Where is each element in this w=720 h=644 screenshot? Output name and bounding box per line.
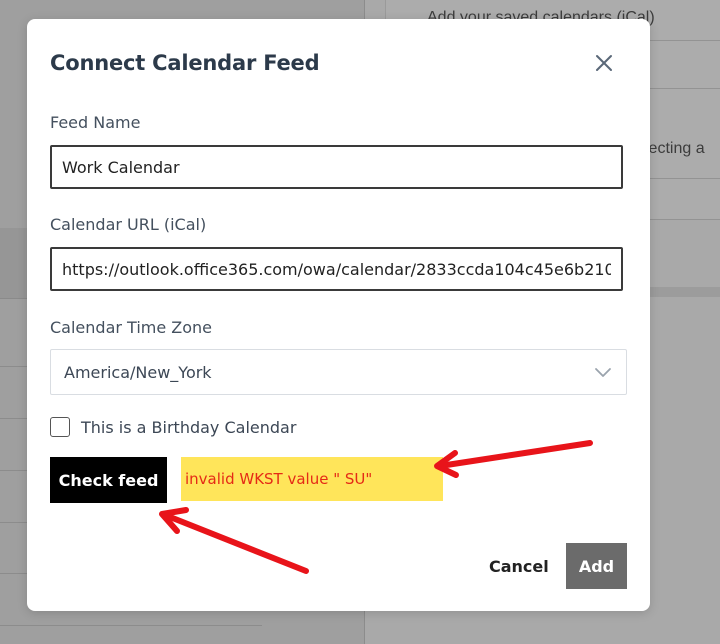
birthday-calendar-checkbox[interactable]	[50, 417, 70, 437]
add-button[interactable]: Add	[566, 543, 627, 589]
check-feed-button[interactable]: Check feed	[50, 457, 167, 503]
time-zone-value: America/New_York	[64, 363, 212, 382]
calendar-url-label: Calendar URL (iCal)	[50, 215, 207, 234]
calendar-url-input[interactable]	[50, 247, 623, 291]
close-button[interactable]	[593, 52, 615, 74]
time-zone-select[interactable]: America/New_York	[50, 349, 627, 395]
feed-name-input[interactable]	[50, 145, 623, 189]
error-message-box: invalid WKST value " SU"	[181, 457, 443, 501]
time-zone-label: Calendar Time Zone	[50, 318, 213, 337]
screen: Add your saved calendars (iCal) lecting …	[0, 0, 720, 644]
dialog-title: Connect Calendar Feed	[50, 51, 320, 75]
chevron-down-icon	[595, 368, 611, 377]
connect-calendar-dialog: Connect Calendar Feed Feed Name Calendar…	[27, 19, 650, 611]
cancel-button[interactable]: Cancel	[489, 557, 549, 576]
feed-name-label: Feed Name	[50, 113, 141, 132]
birthday-calendar-label: This is a Birthday Calendar	[81, 418, 297, 437]
background-text: lecting a	[645, 140, 705, 157]
error-message: invalid WKST value " SU"	[185, 470, 373, 488]
close-icon	[596, 55, 612, 71]
background-divider	[0, 625, 262, 626]
